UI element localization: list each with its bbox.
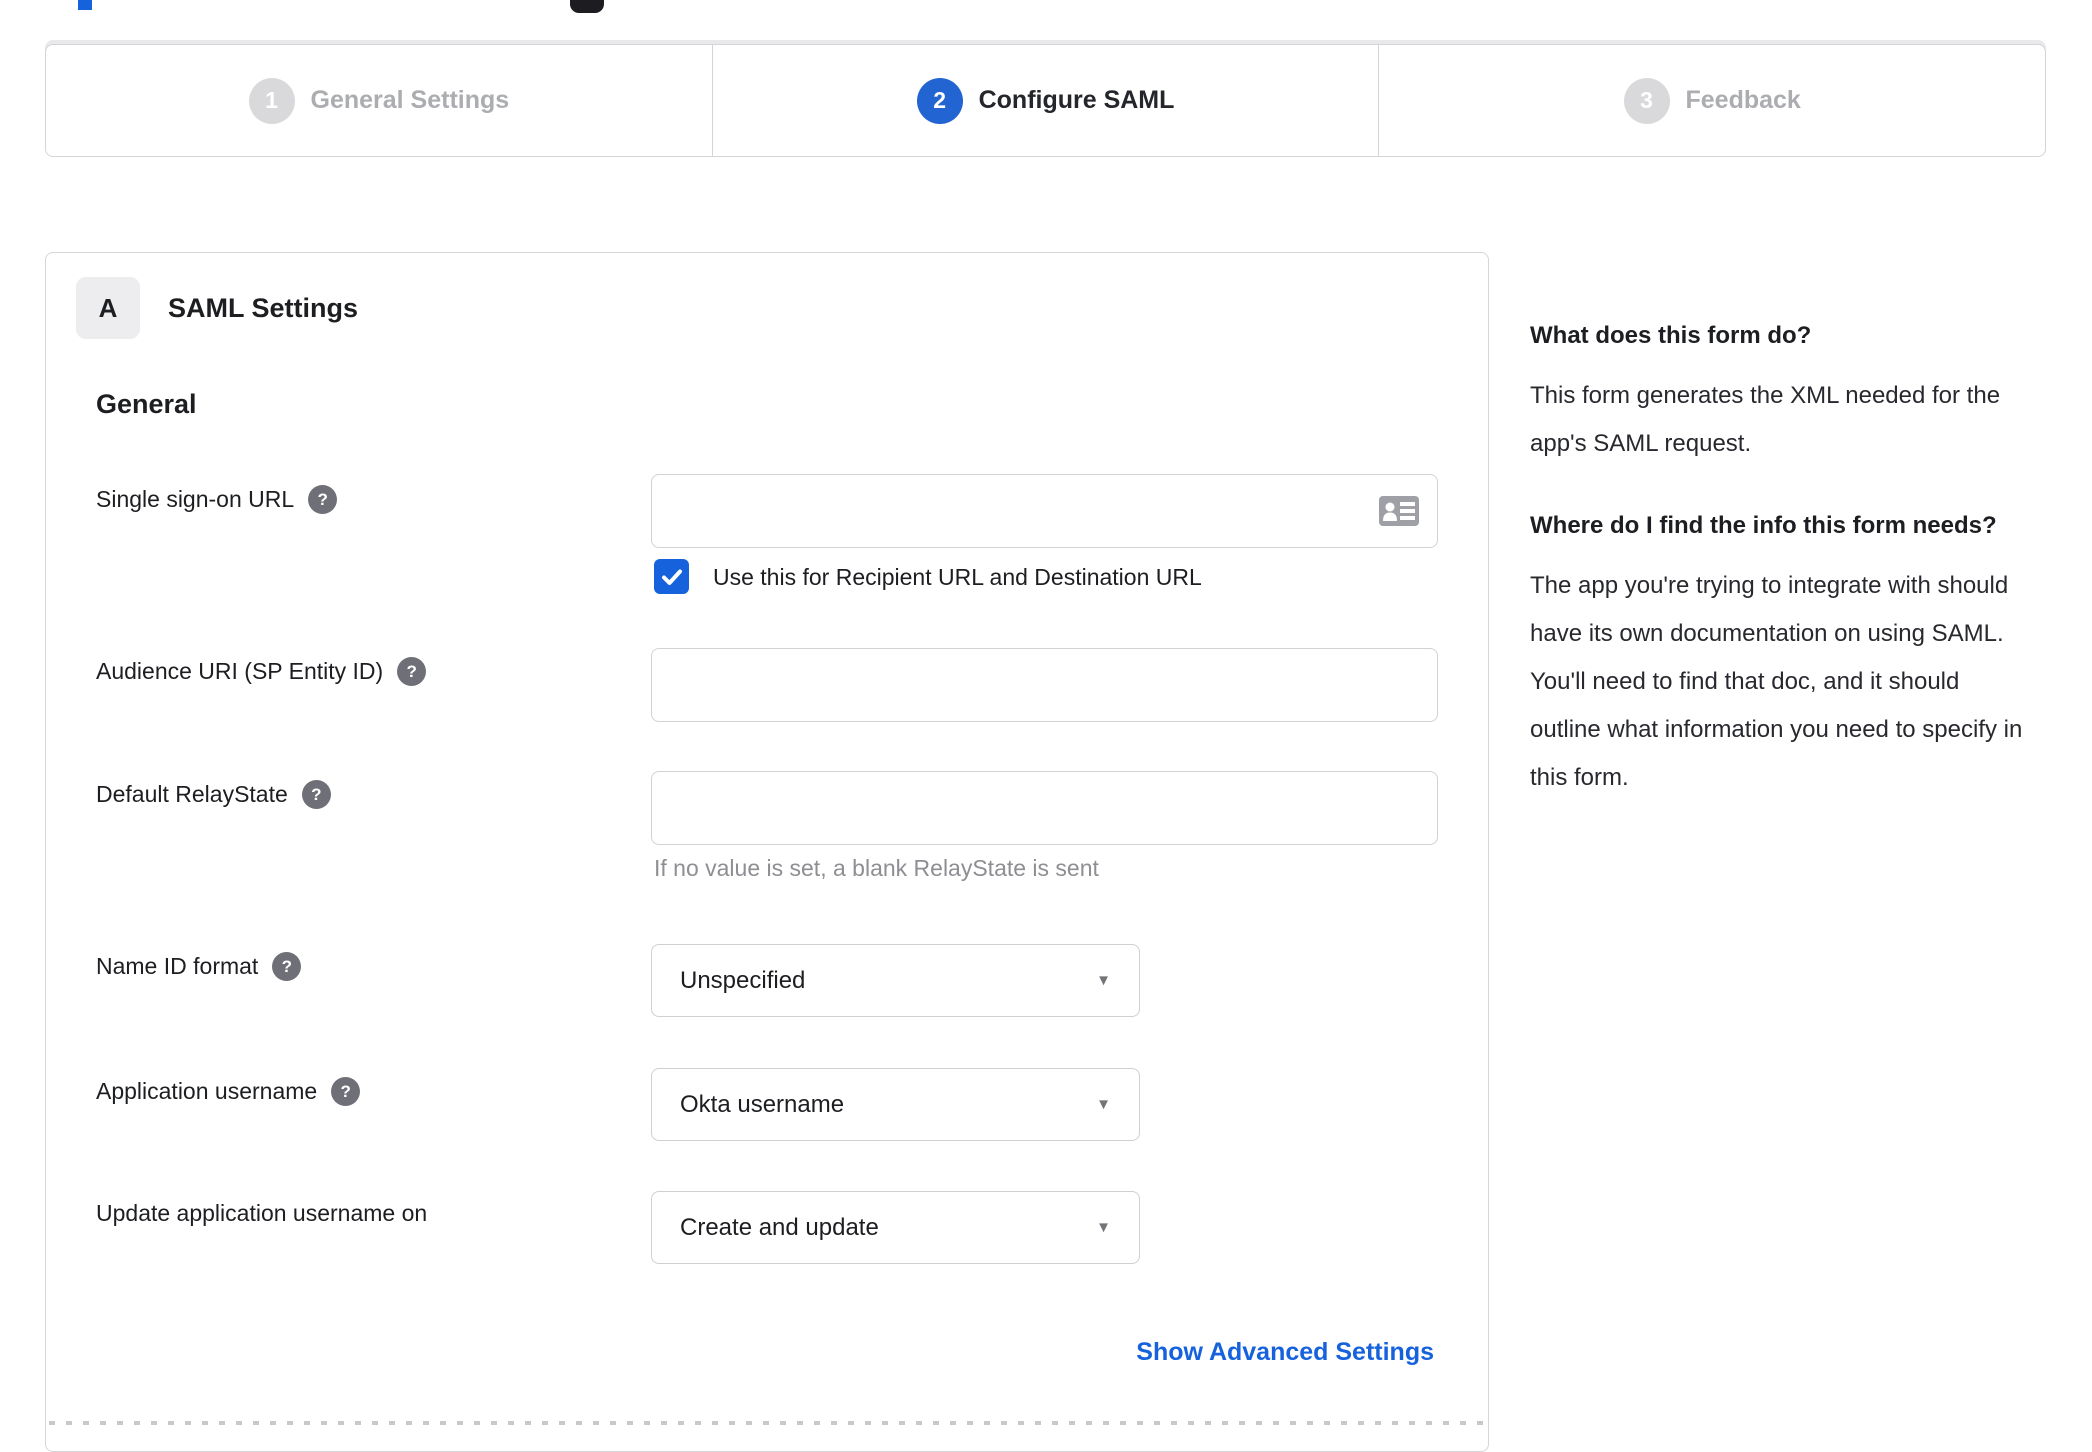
help-icon[interactable]: ? — [331, 1077, 361, 1106]
step-label: General Settings — [310, 86, 510, 114]
cropped-title-fragment — [78, 0, 92, 10]
relay-state-input[interactable] — [651, 771, 1438, 845]
step-label: Feedback — [1685, 86, 1801, 114]
section-a-badge: A — [76, 277, 140, 339]
panel-title: SAML Settings — [168, 293, 359, 323]
audience-uri-input[interactable] — [651, 648, 1438, 722]
step-general-settings[interactable]: 1 General Settings — [46, 45, 712, 156]
sso-url-input[interactable] — [651, 474, 1438, 548]
name-id-format-select[interactable]: Unspecified ▼ — [651, 944, 1140, 1017]
wizard-stepper: 1 General Settings 2 Configure SAML 3 Fe… — [45, 44, 2046, 157]
help-icon[interactable]: ? — [308, 485, 338, 514]
update-app-username-label: Update application username on — [96, 1200, 428, 1226]
help-icon[interactable]: ? — [301, 780, 331, 809]
audience-uri-label: Audience URI (SP Entity ID) ? — [96, 657, 427, 686]
help-icon[interactable]: ? — [272, 952, 302, 981]
relay-state-label: Default RelayState ? — [96, 780, 331, 809]
recipient-url-checkbox[interactable] — [654, 559, 689, 594]
step-number-badge: 2 — [916, 77, 963, 124]
dotted-separator — [49, 1421, 1485, 1425]
step-label: Configure SAML — [978, 86, 1175, 114]
app-username-label: Application username ? — [96, 1077, 361, 1106]
sso-url-label: Single sign-on URL ? — [96, 485, 338, 514]
step-feedback[interactable]: 3 Feedback — [1378, 45, 2045, 156]
chevron-down-icon: ▼ — [1096, 1096, 1111, 1113]
cropped-logo-fragment — [570, 0, 604, 13]
step-number-badge: 3 — [1623, 77, 1670, 124]
update-app-username-select[interactable]: Create and update ▼ — [651, 1191, 1140, 1264]
sidebar-paragraph: The app you're trying to integrate with … — [1530, 572, 2023, 791]
help-sidebar: What does this form do? This form genera… — [1530, 316, 2035, 840]
relay-state-hint: If no value is set, a blank RelayState i… — [654, 855, 1099, 881]
show-advanced-settings-link[interactable]: Show Advanced Settings — [1136, 1338, 1434, 1367]
step-configure-saml[interactable]: 2 Configure SAML — [711, 45, 1379, 156]
check-icon — [661, 569, 682, 585]
general-section-heading: General — [96, 389, 197, 419]
name-id-format-label: Name ID format ? — [96, 952, 302, 981]
step-number-badge: 1 — [248, 77, 295, 124]
sidebar-paragraph: This form generates the XML needed for t… — [1530, 382, 2001, 457]
chevron-down-icon: ▼ — [1096, 1219, 1111, 1236]
sidebar-heading: Where do I find the info this form needs… — [1530, 512, 1997, 539]
contact-card-icon[interactable] — [1378, 495, 1420, 527]
recipient-url-checkbox-label[interactable]: Use this for Recipient URL and Destinati… — [713, 559, 1202, 594]
help-icon[interactable]: ? — [397, 657, 427, 686]
chevron-down-icon: ▼ — [1096, 972, 1111, 989]
sidebar-heading: What does this form do? — [1530, 322, 1812, 349]
app-username-select[interactable]: Okta username ▼ — [651, 1068, 1140, 1141]
saml-settings-panel: A SAML Settings General Single sign-on U… — [45, 252, 1489, 1452]
